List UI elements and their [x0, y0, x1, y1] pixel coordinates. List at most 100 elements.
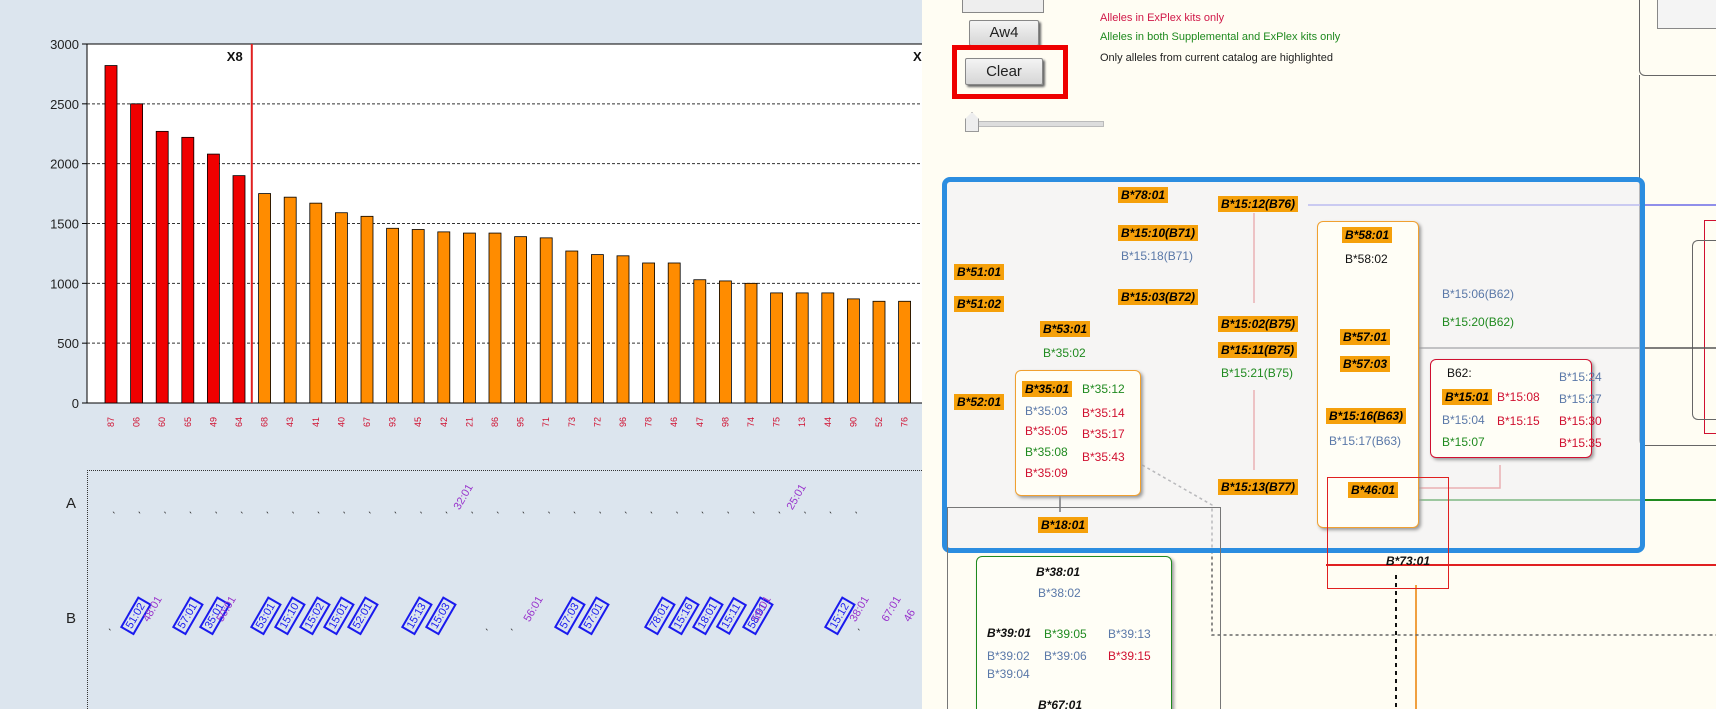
allele-b3514[interactable]: B*35:14: [1082, 406, 1125, 420]
allele-b1515[interactable]: B*15:15: [1497, 414, 1540, 428]
allele-b7301[interactable]: B*73:01: [1386, 554, 1430, 568]
allele-b3508[interactable]: B*35:08: [1025, 445, 1068, 459]
row-b-tick: ˎ: [485, 617, 489, 631]
bar: [283, 196, 297, 404]
allele-b1512[interactable]: B*15:12(B76): [1218, 196, 1299, 212]
allele-b5301[interactable]: B*53:01: [1040, 321, 1091, 337]
allele-b1503[interactable]: B*15:03(B72): [1118, 289, 1199, 305]
row-a-tick: ˎ: [316, 500, 321, 514]
allele-b3802[interactable]: B*38:02: [1038, 586, 1081, 600]
bar: [181, 136, 195, 404]
allele-b3502[interactable]: B*35:02: [1043, 346, 1086, 360]
bar: [232, 175, 246, 404]
allele-b1501[interactable]: B*15:01: [1442, 389, 1493, 405]
allele-b3501[interactable]: B*35:01: [1022, 381, 1073, 397]
allele-b5201[interactable]: B*52:01: [954, 394, 1005, 410]
allele-b3915[interactable]: B*39:15: [1108, 649, 1151, 663]
x-tick-label: 45: [413, 417, 423, 427]
allele-b1511[interactable]: B*15:11(B75): [1218, 342, 1298, 358]
allele-b3905[interactable]: B*39:05: [1044, 627, 1087, 641]
allele-b4601[interactable]: B*46:01: [1348, 482, 1399, 498]
x-tick-label: 52: [874, 417, 884, 427]
bar: [437, 231, 451, 404]
bar: [488, 232, 502, 404]
y-tick-label: 2500: [50, 97, 79, 112]
allele-b1502[interactable]: B*15:02(B75): [1218, 316, 1299, 332]
allele-b1535[interactable]: B*15:35: [1559, 436, 1602, 450]
row-label-a: A: [66, 495, 77, 512]
allele-b3512[interactable]: B*35:12: [1082, 382, 1125, 396]
allele-b3913[interactable]: B*39:13: [1108, 627, 1151, 641]
x-tick-label: 13: [797, 417, 807, 427]
allele-b5101[interactable]: B*51:01: [954, 264, 1005, 280]
allele-b1527[interactable]: B*15:27: [1559, 392, 1602, 406]
frequency-bar-chart: 0 500 1000 1500 2000 2500 3000 87 06 60 65 49 64 68 43…: [50, 37, 922, 427]
y-tick-label: 500: [57, 336, 79, 351]
x-tick-label: 98: [720, 417, 730, 427]
x-tick-label: 96: [618, 417, 628, 427]
allele-b1504[interactable]: B*15:04: [1442, 413, 1485, 427]
x-tick-label: 46: [669, 417, 679, 427]
bar: [258, 193, 272, 404]
allele-b3509[interactable]: B*35:09: [1025, 466, 1068, 480]
allele-b1520[interactable]: B*15:20(B62): [1442, 315, 1514, 329]
bar: [847, 298, 860, 404]
bar: [565, 250, 579, 404]
bar: [309, 202, 323, 404]
y-tick-label: 1500: [50, 217, 79, 232]
allele-b3906[interactable]: B*39:06: [1044, 649, 1087, 663]
bar: [770, 292, 783, 404]
bar: [898, 300, 911, 404]
allele-b5701[interactable]: B*57:01: [1340, 329, 1391, 345]
allele-b1517[interactable]: B*15:17(B63): [1329, 434, 1401, 448]
row-a-tick: ˎ: [112, 500, 116, 514]
allele-b1524[interactable]: B*15:24: [1559, 370, 1602, 384]
allele-b1516[interactable]: B*15:16(B63): [1326, 408, 1407, 424]
allele-b5102[interactable]: B*51:02: [954, 296, 1005, 312]
bar: [411, 229, 425, 404]
allele-b1521[interactable]: B*15:21(B75): [1221, 366, 1293, 380]
row-a-tick: ˎ: [496, 500, 500, 514]
x-tick-label: 60: [157, 417, 167, 427]
x-tick-label: 41: [311, 417, 321, 427]
allele-b3503[interactable]: B*35:03: [1025, 404, 1068, 418]
x-tick-label: 42: [439, 417, 449, 427]
bar: [155, 130, 169, 404]
row-a-tick: ˎ: [393, 500, 398, 514]
allele-b3505[interactable]: B*35:05: [1025, 424, 1068, 438]
allele-b1513[interactable]: B*15:13(B77): [1218, 479, 1299, 495]
x-tick-label: 65: [183, 417, 193, 427]
allele-b5801[interactable]: B*58:01: [1342, 227, 1393, 243]
allele-b1530[interactable]: B*15:30: [1559, 414, 1602, 428]
allele-b3902[interactable]: B*39:02: [987, 649, 1030, 663]
x-tick-label: 93: [388, 417, 398, 427]
row-a-tick: ˎ: [163, 500, 168, 514]
allele-b3901[interactable]: B*39:01: [987, 626, 1031, 640]
row-a-tick: ˎ: [368, 500, 372, 514]
row-a-tick: ˎ: [521, 500, 526, 514]
x-tick-label: 78: [644, 417, 654, 427]
allele-b1507[interactable]: B*15:07: [1442, 435, 1485, 449]
x-tick-label: 74: [746, 417, 756, 427]
x-tick-label: 47: [695, 417, 705, 427]
allele-b1508[interactable]: B*15:08: [1497, 390, 1540, 404]
x-tick-label: 44: [823, 417, 833, 427]
allele-b3517[interactable]: B*35:17: [1082, 427, 1125, 441]
allele-b7801[interactable]: B*78:01: [1118, 187, 1169, 203]
allele-b6701[interactable]: B*67:01: [1038, 698, 1082, 709]
row-a-tick: ˎ: [854, 500, 859, 514]
allele-b62: B62:: [1447, 366, 1472, 380]
allele-b3904[interactable]: B*39:04: [987, 667, 1030, 681]
allele-b3543[interactable]: B*35:43: [1082, 450, 1125, 464]
allele-b1518[interactable]: B*15:18(B71): [1121, 249, 1193, 263]
marker-label-x: X: [913, 49, 922, 64]
allele-b5802[interactable]: B*58:02: [1345, 252, 1388, 266]
allele-b3801[interactable]: B*38:01: [1036, 565, 1080, 579]
row-a-tick: ˎ: [291, 500, 296, 514]
allele-b1801[interactable]: B*18:01: [1038, 517, 1089, 533]
allele-b1510[interactable]: B*15:10(B71): [1118, 225, 1199, 241]
allele-b1506[interactable]: B*15:06(B62): [1442, 287, 1514, 301]
marker-label-x8: X8: [227, 49, 243, 64]
row-a-tick: ˎ: [265, 500, 270, 514]
allele-b5703[interactable]: B*57:03: [1340, 356, 1391, 372]
